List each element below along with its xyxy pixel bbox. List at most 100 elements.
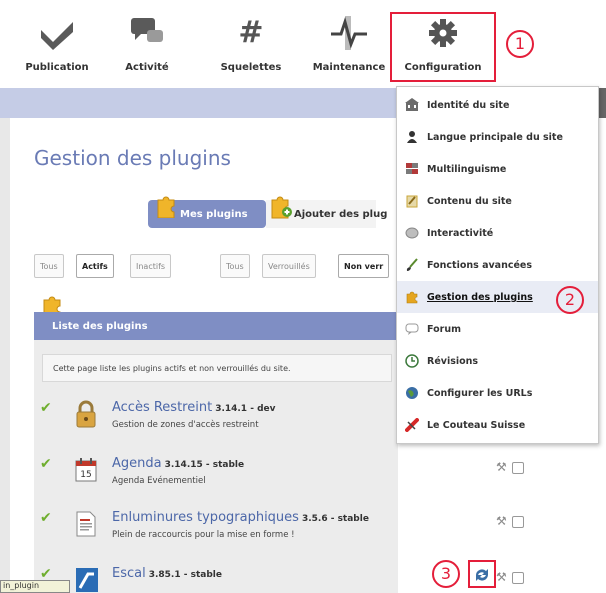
filter-verrouilles[interactable]: Verrouillés (262, 254, 316, 278)
document-icon (76, 511, 96, 537)
menu-item-label: Interactivité (427, 228, 494, 239)
pulse-icon (329, 14, 369, 52)
hash-icon: # (238, 15, 264, 50)
wrench-icon[interactable]: ⚒ (496, 460, 507, 474)
puzzle-add-icon (271, 196, 292, 219)
plugin-controls: ⚒ (496, 514, 530, 534)
menu-item-langue[interactable]: Langue principale du site (397, 121, 598, 153)
plugin-checkbox[interactable] (512, 462, 524, 474)
menu-item-label: Contenu du site (427, 196, 512, 207)
menu-item-label: Forum (427, 324, 461, 335)
configuration-menu: Identité du site Langue principale du si… (396, 86, 599, 444)
plugin-name[interactable]: Enluminures typographiques 3.5.6 - stable (112, 510, 369, 525)
plugin-version: 3.5.6 - stable (301, 514, 369, 524)
revision-icon (405, 354, 419, 368)
active-check-icon: ✔ (40, 400, 52, 416)
escal-logo-icon (76, 568, 98, 592)
left-gutter (0, 118, 10, 593)
menu-item-label: Langue principale du site (427, 132, 563, 143)
tooltip: in_plugin (0, 580, 70, 593)
plugin-controls: ⚒ (496, 570, 530, 590)
puzzle-icon (157, 196, 175, 218)
calendar-icon: 15 (75, 458, 97, 482)
toolbar-maintenance[interactable]: Maintenance (304, 14, 394, 73)
plugin-title[interactable]: Accès Restreint (112, 400, 212, 415)
toolbar-label: Maintenance (312, 62, 386, 73)
toolbar-label: Squelettes (220, 62, 282, 73)
annotation-badge-2: 2 (556, 286, 584, 314)
menu-item-label: Fonctions avancées (427, 260, 533, 271)
tab-ajouter-plugins[interactable]: Ajouter des plug (266, 196, 387, 228)
menu-item-label: Le Couteau Suisse (427, 420, 526, 431)
annotation-badge-3: 3 (432, 560, 460, 588)
menu-item-contenu[interactable]: Contenu du site (397, 185, 598, 217)
menu-item-configurer-urls[interactable]: Configurer les URLs (397, 377, 598, 409)
highlight-configuration (390, 12, 496, 82)
plugin-title[interactable]: Enluminures typographiques (112, 510, 299, 525)
swiss-knife-icon (405, 418, 419, 432)
checkmark-icon (37, 14, 77, 52)
plugin-version: 3.14.15 - stable (164, 460, 245, 470)
plugin-checkbox[interactable] (512, 572, 524, 584)
puzzle-icon (406, 291, 418, 304)
globe-icon (406, 387, 418, 399)
interactivity-icon (405, 227, 419, 239)
list-description-text: Cette page liste les plugins actifs et n… (53, 364, 291, 373)
toolbar-activite[interactable]: Activité (102, 14, 192, 73)
menu-item-label: Révisions (427, 356, 479, 367)
menu-item-identite[interactable]: Identité du site (397, 89, 598, 121)
tab-mes-plugins[interactable]: Mes plugins (148, 196, 266, 228)
flags-icon (406, 163, 418, 174)
highlight-update (468, 560, 496, 588)
padlock-icon (76, 400, 96, 428)
menu-item-label: Multilinguisme (427, 164, 507, 175)
plugin-name[interactable]: Accès Restreint 3.14.1 - dev (112, 400, 276, 415)
menu-item-label: Gestion des plugins (427, 292, 533, 303)
wrench-icon[interactable]: ⚒ (496, 570, 507, 584)
menu-item-fonctions-avancees[interactable]: Fonctions avancées (397, 249, 598, 281)
menu-item-interactivite[interactable]: Interactivité (397, 217, 598, 249)
plugin-list-header: Liste des plugins (34, 312, 398, 340)
content-icon (406, 195, 418, 208)
scrollbar[interactable] (599, 88, 606, 118)
toolbar-squelettes[interactable]: # Squelettes (206, 14, 296, 73)
filter-non-verrouilles[interactable]: Non verr (338, 254, 390, 278)
filter-actifs[interactable]: Actifs (76, 254, 114, 278)
toolbar-label: Activité (125, 62, 169, 73)
calendar-day: 15 (80, 470, 91, 480)
active-check-icon: ✔ (40, 510, 52, 526)
toolbar-publication[interactable]: Publication (12, 14, 102, 73)
plugin-checkbox[interactable] (512, 516, 524, 528)
toolbar-label: Publication (25, 62, 89, 73)
plugin-version: 3.85.1 - stable (148, 570, 222, 580)
plugin-description: Plein de raccourcis pour la mise en form… (112, 530, 295, 540)
menu-item-revisions[interactable]: Révisions (397, 345, 598, 377)
brush-icon (406, 258, 418, 271)
plugin-name[interactable]: Escal 3.85.1 - stable (112, 566, 222, 581)
menu-item-label: Identité du site (427, 100, 510, 111)
filter-tous[interactable]: Tous (34, 254, 64, 278)
plugin-row[interactable]: ✔ Escal 3.85.1 - stable ⚒ (40, 566, 540, 593)
plugin-row[interactable]: ✔ Enluminures typographiques 3.5.6 - stab… (40, 510, 540, 560)
tab-label: Ajouter des plug (294, 209, 388, 220)
plugin-title[interactable]: Agenda (112, 456, 162, 471)
page-title: Gestion des plugins (34, 146, 231, 170)
chat-bubbles-icon (127, 14, 167, 52)
plugin-version: 3.14.1 - dev (215, 404, 276, 414)
menu-item-multilinguisme[interactable]: Multilinguisme (397, 153, 598, 185)
plugin-name[interactable]: Agenda 3.14.15 - stable (112, 456, 244, 471)
tab-label: Mes plugins (180, 209, 248, 220)
list-description: Cette page liste les plugins actifs et n… (42, 354, 392, 382)
filter-tous-lock[interactable]: Tous (220, 254, 250, 278)
plugin-description: Gestion de zones d'accès restreint (112, 420, 259, 430)
plugin-row[interactable]: ✔ 15 Agenda 3.14.15 - stable Agenda Evéne… (40, 456, 540, 506)
wrench-icon[interactable]: ⚒ (496, 514, 507, 528)
building-icon (405, 98, 419, 111)
plugin-controls: ⚒ (496, 460, 530, 480)
plugin-title[interactable]: Escal (112, 566, 146, 581)
annotation-badge-1: 1 (506, 30, 534, 58)
menu-item-couteau-suisse[interactable]: Le Couteau Suisse (397, 409, 598, 441)
menu-item-forum[interactable]: Forum (397, 313, 598, 345)
list-header-title: Liste des plugins (52, 321, 148, 332)
filter-inactifs[interactable]: Inactifs (130, 254, 172, 278)
